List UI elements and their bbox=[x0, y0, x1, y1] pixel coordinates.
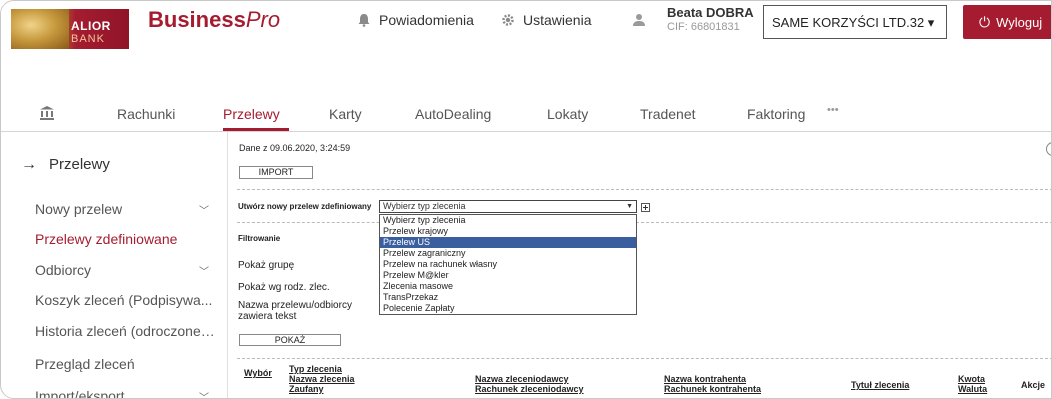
logout-button[interactable]: ⏻ Wyloguj bbox=[963, 5, 1051, 39]
col-header-tytul[interactable]: Tytuł zlecenia bbox=[851, 380, 909, 390]
alior-bank-logo[interactable]: ALIOR BANK bbox=[11, 9, 129, 49]
logo-text-alior: ALIOR bbox=[71, 19, 111, 33]
settings-label: Ustawienia bbox=[523, 12, 592, 28]
create-label: Utwórz nowy przelew zdefiniowany bbox=[238, 202, 372, 211]
col-header-zaufany[interactable]: Zaufany bbox=[289, 384, 324, 394]
divider bbox=[237, 222, 1051, 223]
sidebar-item-historia[interactable]: Historia zleceń (odroczone,... bbox=[35, 323, 215, 339]
nav-rachunki[interactable]: Rachunki bbox=[117, 106, 175, 122]
notifications-link[interactable]: Powiadomienia bbox=[357, 12, 474, 28]
col-header-typ[interactable]: Typ zlecenia bbox=[289, 364, 342, 374]
logo-emblem bbox=[11, 9, 69, 49]
dropdown-option[interactable]: Zlecenia masowe bbox=[380, 281, 636, 292]
dropdown-option[interactable]: Przelew na rachunek własny bbox=[380, 259, 636, 270]
sidebar-item-import-eksport[interactable]: Import/eksport bbox=[35, 388, 215, 399]
divider bbox=[237, 358, 1051, 359]
main-nav: Rachunki Przelewy Karty AutoDealing Loka… bbox=[1, 91, 1051, 132]
col-header-nazwa[interactable]: Nazwa zlecenia bbox=[289, 374, 355, 384]
help-icon[interactable]: ? bbox=[1046, 142, 1051, 156]
dropdown-option[interactable]: Przelew krajowy bbox=[380, 226, 636, 237]
bank-building-icon[interactable] bbox=[39, 105, 55, 121]
sidebar-item-przelewy-zdefiniowane[interactable]: Przelewy zdefiniowane bbox=[35, 231, 215, 247]
dropdown-option[interactable]: Przelew M@kler bbox=[380, 270, 636, 281]
gear-icon bbox=[502, 14, 514, 26]
user-name: Beata DOBRA bbox=[667, 5, 754, 20]
chevron-down-icon[interactable]: ﹀ bbox=[199, 389, 209, 398]
sidebar-item-label: Koszyk zleceń (Podpisywa... bbox=[35, 292, 213, 308]
data-timestamp: Dane z 09.06.2020, 3:24:59 bbox=[239, 143, 351, 153]
main-content: Dane z 09.06.2020, 3:24:59 ? IMPORT Utwó… bbox=[231, 132, 1051, 398]
expand-icon[interactable] bbox=[641, 203, 650, 212]
app-window: ALIOR BANK BusinessPro Powiadomienia Ust… bbox=[0, 0, 1052, 399]
chevron-down-icon[interactable]: ﹀ bbox=[199, 202, 209, 217]
settings-link[interactable]: Ustawienia bbox=[501, 12, 591, 28]
nav-more[interactable]: ••• bbox=[827, 104, 839, 116]
sidebar-item-koszyk[interactable]: Koszyk zleceń (Podpisywa... bbox=[35, 292, 215, 308]
arrow-right-icon: → bbox=[21, 156, 37, 173]
notifications-label: Powiadomienia bbox=[379, 12, 474, 28]
col-header-wybor[interactable]: Wybór bbox=[244, 368, 272, 378]
filter-group-label: Pokaż grupę bbox=[238, 260, 295, 271]
dropdown-option[interactable]: Wybierz typ zlecenia bbox=[380, 215, 636, 226]
col-header-kwota[interactable]: Kwota bbox=[958, 374, 985, 384]
col-header-rachunek-kontrahenta[interactable]: Rachunek kontrahenta bbox=[664, 384, 761, 394]
nav-karty[interactable]: Karty bbox=[329, 106, 362, 122]
import-button[interactable]: IMPORT bbox=[239, 166, 313, 179]
bell-icon bbox=[358, 14, 370, 27]
nav-tradenet[interactable]: Tradenet bbox=[640, 106, 696, 122]
sidebar-item-nowy-przelew[interactable]: Nowy przelew bbox=[35, 201, 215, 217]
dropdown-arrow-icon: ▼ bbox=[626, 203, 633, 210]
dropdown-option[interactable]: Polecenie Zapłaty bbox=[380, 303, 636, 314]
filter-name-label: Nazwa przelewu/odbiorcy bbox=[238, 300, 352, 311]
company-selector[interactable]: SAME KORZYŚCI LTD.32 ▾ bbox=[763, 5, 947, 39]
power-icon: ⏻ bbox=[979, 14, 991, 30]
logout-label: Wyloguj bbox=[996, 15, 1043, 30]
brand-italic: Pro bbox=[245, 7, 281, 32]
show-button[interactable]: POKAŻ bbox=[239, 334, 341, 346]
top-header: ALIOR BANK BusinessPro Powiadomienia Ust… bbox=[1, 1, 1051, 73]
filter-title: Filtrowanie bbox=[238, 234, 281, 243]
user-icon bbox=[633, 14, 645, 26]
col-header-waluta[interactable]: Waluta bbox=[958, 384, 987, 394]
brand-bold: Business bbox=[148, 7, 246, 32]
nav-faktoring[interactable]: Faktoring bbox=[747, 106, 805, 122]
dropdown-option[interactable]: TransPrzekaz bbox=[380, 292, 636, 303]
sidebar-item-odbiorcy[interactable]: Odbiorcy bbox=[35, 262, 215, 278]
sidebar-item-label: Przegląd zleceń bbox=[35, 356, 135, 372]
order-type-dropdown-list[interactable]: Wybierz typ zlecenia Przelew krajowy Prz… bbox=[379, 214, 637, 315]
dropdown-option-selected[interactable]: Przelew US bbox=[380, 237, 636, 248]
sidebar-item-label: Historia zleceń (odroczone,... bbox=[35, 323, 215, 339]
user-cif: CIF: 66801831 bbox=[667, 21, 740, 33]
sidebar-item-label: Import/eksport bbox=[35, 388, 125, 399]
divider bbox=[237, 189, 1051, 190]
sidebar: → Przelewy Nowy przelew ﹀ Przelewy zdefin… bbox=[1, 132, 228, 399]
select-value: Wybierz typ zlecenia bbox=[383, 201, 466, 211]
sidebar-item-label: Nowy przelew bbox=[35, 201, 123, 217]
col-header-akcje: Akcje bbox=[1021, 380, 1046, 390]
col-header-kontrahent[interactable]: Nazwa kontrahenta bbox=[664, 374, 746, 384]
sidebar-item-label: Przelewy zdefiniowane bbox=[35, 231, 178, 247]
sidebar-back[interactable]: → Przelewy bbox=[21, 156, 110, 174]
sidebar-item-label: Odbiorcy bbox=[35, 262, 92, 278]
sidebar-title: Przelewy bbox=[49, 156, 110, 173]
dropdown-option[interactable]: Przelew zagraniczny bbox=[380, 248, 636, 259]
sidebar-item-przeglad[interactable]: Przegląd zleceń bbox=[35, 356, 215, 372]
active-tab-indicator bbox=[223, 128, 289, 131]
nav-przelewy[interactable]: Przelewy bbox=[223, 106, 280, 122]
chevron-down-icon[interactable]: ﹀ bbox=[199, 263, 209, 278]
filter-type-label: Pokaż wg rodz. zlec. bbox=[238, 282, 330, 293]
col-header-rachunek-zleceniodawcy[interactable]: Rachunek zleceniodawcy bbox=[475, 384, 584, 394]
nav-lokaty[interactable]: Lokaty bbox=[547, 106, 588, 122]
nav-autodealing[interactable]: AutoDealing bbox=[415, 106, 491, 122]
brand-title: BusinessPro bbox=[148, 7, 280, 33]
col-header-zleceniodawca[interactable]: Nazwa zleceniodawcy bbox=[475, 374, 569, 384]
order-type-select[interactable]: Wybierz typ zlecenia ▼ bbox=[379, 200, 637, 213]
logo-text-bank: BANK bbox=[71, 33, 105, 45]
filter-name-label-2: zawiera tekst bbox=[238, 311, 297, 322]
